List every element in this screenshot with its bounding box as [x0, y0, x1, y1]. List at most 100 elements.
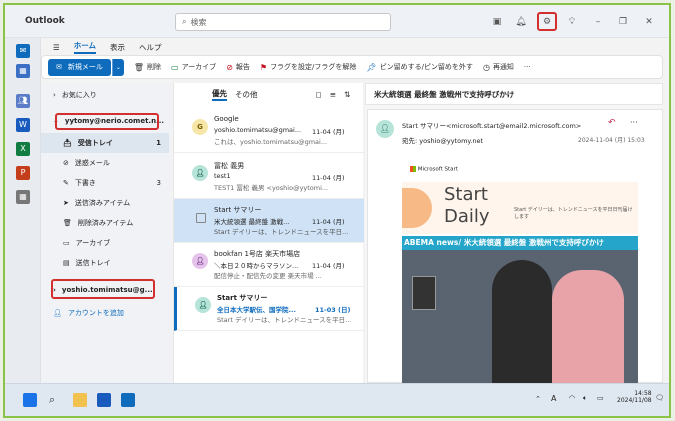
search-icon[interactable]: ⌕: [49, 393, 63, 407]
sender: 冨松 義男: [214, 162, 245, 170]
message-card: 👤︎ Start サマリー<microsoft.start@email2.mic…: [367, 109, 663, 384]
tab-help[interactable]: ヘルプ: [139, 42, 162, 53]
outlook-icon[interactable]: [121, 393, 135, 407]
list-item[interactable]: 👤︎ 冨松 義男 test1 11-04 (月) TEST1 冨松 義男 <yo…: [174, 155, 364, 199]
folder-label: 送信済みアイテム: [74, 199, 131, 207]
start-icon[interactable]: [23, 393, 37, 407]
reading-pane: 米大統領選 最終盤 激戦州で支持呼びかけ 👤︎ Start サマリー<micro…: [365, 83, 663, 384]
add-account-label: アカウントを追加: [67, 309, 124, 317]
tab-view[interactable]: 表示: [110, 42, 125, 53]
sort-icon[interactable]: ⇅: [344, 90, 350, 99]
snooze-label: 再通知: [492, 63, 514, 71]
select-icon[interactable]: ◻: [316, 90, 322, 99]
hamburger-icon[interactable]: ☰: [53, 43, 60, 52]
folder-sent[interactable]: ➤ 送信済みアイテム: [41, 193, 169, 213]
folder-deleted[interactable]: 🗑︎ 削除済みアイテム: [41, 213, 169, 233]
pin-button[interactable]: 📌︎ ピン留めする/ピン留めを外す: [366, 62, 473, 72]
chevron-up-icon[interactable]: ⌃: [535, 395, 541, 403]
minimize-icon[interactable]: –: [592, 16, 604, 28]
date: 11-03 (日): [315, 306, 351, 314]
list-item-selected[interactable]: Start サマリー 米大統領選 最終盤 激戦... 11-04 (月) Sta…: [174, 199, 364, 243]
person-icon: 👤︎: [195, 297, 211, 313]
folder-label: 下書き: [74, 179, 96, 187]
folder-junk[interactable]: ⊘ 迷惑メール: [41, 153, 169, 173]
close-icon[interactable]: ✕: [643, 16, 655, 28]
junk-icon: ⊘: [63, 159, 69, 167]
preview: TEST1 冨松 義男 <yoshio@yytomi...: [214, 184, 329, 192]
list-item[interactable]: G Google yoshio.tomimatsu@gmai... 11-04 …: [174, 109, 364, 153]
filter-icon[interactable]: ≡: [330, 90, 336, 99]
person-silhouette: [492, 260, 552, 384]
excel-icon[interactable]: X: [16, 142, 30, 156]
folder-inbox[interactable]: 📥︎ 受信トレイ 1: [41, 133, 169, 153]
app-title: Outlook: [25, 16, 65, 26]
subject: ＼本日２０時からマラソン...: [214, 262, 299, 270]
bell-icon[interactable]: 🔔︎: [515, 16, 527, 28]
folder-outbox[interactable]: ▤ 送信トレイ: [41, 253, 169, 273]
folder-drafts[interactable]: ✎ 下書き 3: [41, 173, 169, 193]
notification-icon[interactable]: 🗨︎: [655, 394, 664, 402]
more-icon[interactable]: ···: [630, 118, 638, 127]
start-title: Start: [444, 184, 488, 205]
new-mail-button[interactable]: ✉ 新規メール: [48, 58, 111, 76]
pin-label: ピン留めする/ピン留めを外す: [379, 63, 473, 71]
inbox-icon: 📥︎: [63, 139, 72, 147]
tab-other[interactable]: その他: [235, 89, 258, 100]
date: 2024-11-04 (月) 15:03: [578, 137, 645, 144]
mail-icon[interactable]: ✉: [16, 44, 30, 58]
ribbon-tabs: ☰ ホーム 表示 ヘルプ: [41, 38, 669, 56]
add-account-button[interactable]: 👤︎ アカウントを追加: [41, 303, 169, 323]
powerpoint-icon[interactable]: P: [16, 166, 30, 180]
apps-icon[interactable]: ▦: [16, 190, 30, 204]
people-icon[interactable]: 👥︎: [16, 94, 30, 108]
preview: 配信停止・配信先の変更 楽天市場 ...: [214, 272, 322, 280]
tab-home[interactable]: ホーム: [73, 40, 97, 54]
snooze-button[interactable]: ◷ 再通知: [483, 62, 514, 72]
sender: Google: [214, 115, 239, 123]
folder-pane: › お気に入り ⌄ yytomy@nerio.comet.n... 📥︎ 受信トレイ 1…: [41, 83, 171, 383]
new-mail-dropdown[interactable]: ⌄: [111, 58, 124, 76]
clock[interactable]: 14:58 2024/11/08: [617, 390, 652, 404]
word-icon[interactable]: [97, 393, 111, 407]
calendar-icon[interactable]: ▦: [16, 64, 30, 78]
reply-icon[interactable]: ↶: [608, 118, 616, 128]
archive-button[interactable]: ▭ アーカイブ: [171, 62, 216, 72]
list-item[interactable]: 👤︎ bookfan 1号店 楽天市場店 ＼本日２０時からマラソン... 11-…: [174, 243, 364, 287]
message-list: 優先 その他 ◻ ≡ ⇅ G Google yoshio.tomimatsu@g…: [173, 83, 364, 383]
list-item-unread[interactable]: 👤︎ Start サマリー 全日本大学駅伝、国学院... 11-03 (日) S…: [174, 287, 364, 331]
speaker-icon[interactable]: 🔈︎: [583, 394, 587, 403]
news-image[interactable]: ABEMA news/ 米大統領選 最終盤 激戦州で支持呼びかけ: [402, 236, 638, 384]
archive-icon: ▭: [171, 62, 179, 72]
flag-button[interactable]: ⚑ フラグを設定/フラグを解除: [260, 62, 357, 72]
delete-label: 削除: [147, 63, 162, 71]
date: 11-04 (月): [312, 128, 345, 136]
highlight-box: [537, 12, 557, 31]
tab-focused[interactable]: 優先: [212, 88, 227, 101]
restore-icon[interactable]: ❐: [617, 16, 629, 28]
report-button[interactable]: ⊘ 報告: [226, 62, 250, 72]
checkbox-icon[interactable]: [196, 213, 206, 223]
pin-icon: 📌︎: [366, 62, 377, 72]
word-icon[interactable]: W: [16, 118, 30, 132]
meet-now-icon[interactable]: ▣: [491, 16, 503, 28]
file-explorer-icon[interactable]: [73, 393, 87, 407]
sender: bookfan 1号店 楽天市場店: [214, 250, 301, 258]
folder-archive[interactable]: ▭ アーカイブ: [41, 233, 169, 253]
sender: Start サマリー: [214, 206, 262, 214]
date: 2024/11/08: [617, 397, 652, 404]
lightbulb-icon[interactable]: 💡︎: [566, 16, 578, 28]
date: 11-04 (月): [312, 218, 345, 226]
person-icon: 👤︎: [376, 120, 394, 138]
favorites-header[interactable]: › お気に入り: [41, 85, 169, 105]
delete-button[interactable]: 🗑︎ 削除: [134, 62, 161, 72]
more-button[interactable]: ···: [524, 63, 531, 71]
wifi-icon[interactable]: ◠: [569, 394, 575, 402]
avatar: G: [192, 119, 208, 135]
ime-indicator[interactable]: A: [551, 394, 556, 403]
list-header: 優先 その他 ◻ ≡ ⇅: [174, 83, 364, 105]
battery-icon[interactable]: ▭: [597, 394, 604, 402]
clock-icon: ◷: [482, 62, 490, 72]
search-placeholder: 検索: [190, 17, 207, 27]
search-input[interactable]: ⌕ 検索: [175, 13, 391, 31]
folder-label: 受信トレイ: [77, 139, 113, 147]
